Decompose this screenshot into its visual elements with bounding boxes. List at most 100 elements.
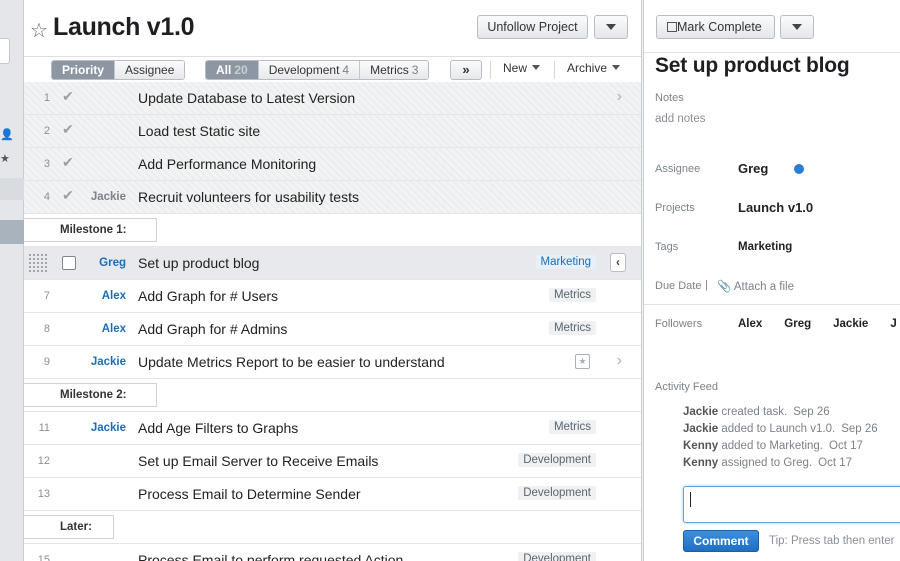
tab-development[interactable]: Development 4	[258, 61, 361, 79]
selected-nav-item[interactable]	[0, 220, 24, 244]
filter-tabs: All 20 Development 4 Metrics 3	[205, 60, 430, 80]
checkmark-icon[interactable]: ✔	[62, 121, 74, 138]
attach-file-link[interactable]: 📎 Attach a file	[717, 279, 794, 293]
more-tabs-button[interactable]: »	[450, 60, 482, 80]
task-row[interactable]: 8 Alex Add Graph for # Admins Metrics	[24, 313, 641, 346]
task-name[interactable]: Add Graph for # Users	[138, 288, 278, 304]
drag-handle-icon[interactable]	[28, 253, 48, 273]
archive-label: Archive	[567, 61, 608, 75]
followers-list: Alex Greg Jackie J	[738, 318, 900, 330]
activity-feed-label: Activity Feed	[655, 381, 718, 393]
archive-dropdown[interactable]: Archive	[567, 61, 621, 75]
tag-value[interactable]: Marketing	[738, 241, 792, 253]
star-icon[interactable]: ★	[0, 152, 10, 165]
tab-metrics[interactable]: Metrics 3	[360, 61, 429, 79]
tab-all[interactable]: All 20	[206, 61, 259, 79]
task-tag[interactable]: Metrics	[548, 288, 596, 302]
follower[interactable]: Alex	[738, 318, 762, 330]
row-number: 8	[43, 323, 50, 335]
task-menu-button[interactable]	[780, 15, 814, 39]
task-assignee[interactable]: Jackie	[74, 422, 126, 434]
projects-label: Projects	[655, 202, 695, 214]
task-row[interactable]: 11 Jackie Add Age Filters to Graphs Metr…	[24, 412, 641, 445]
task-name[interactable]: Set up Email Server to Receive Emails	[138, 453, 378, 469]
assignee-value[interactable]: Greg	[738, 161, 768, 176]
task-row[interactable]: 3 ✔ Add Performance Monitoring	[24, 148, 641, 181]
chevron-right-icon[interactable]: ›	[617, 352, 622, 370]
project-value[interactable]: Launch v1.0	[738, 200, 813, 215]
task-assignee: Jackie	[90, 191, 126, 203]
comment-input[interactable]	[683, 486, 900, 523]
unfollow-project-button[interactable]: Unfollow Project	[477, 15, 588, 39]
task-list-panel: ☆ Launch v1.0 Unfollow Project Priority …	[24, 0, 642, 561]
task-name[interactable]: Add Graph for # Admins	[138, 321, 287, 337]
task-name[interactable]: Process Email to perform requested Actio…	[138, 552, 403, 561]
task-assignee[interactable]: Jackie	[74, 356, 126, 368]
chevron-right-icon[interactable]: ›	[617, 88, 622, 106]
task-row[interactable]: 1 ✔ Update Database to Latest Version ›	[24, 82, 641, 115]
new-label: New	[503, 61, 528, 75]
task-row[interactable]: 7 Alex Add Graph for # Users Metrics	[24, 280, 641, 313]
chevron-down-icon	[606, 24, 616, 30]
task-tag[interactable]: Development	[518, 486, 596, 500]
search-box-edge[interactable]	[0, 38, 10, 64]
task-tag[interactable]: Development	[518, 453, 596, 467]
checkmark-icon[interactable]: ✔	[62, 187, 74, 204]
notes-field[interactable]: add notes	[655, 113, 706, 125]
calendar-icon[interactable]: ★	[575, 354, 590, 369]
task-row-selected[interactable]: Greg Set up product blog Marketing ‹	[24, 247, 641, 280]
task-row[interactable]: 12 Set up Email Server to Receive Emails…	[24, 445, 641, 478]
task-name[interactable]: Process Email to Determine Sender	[138, 486, 361, 502]
task-assignee[interactable]: Alex	[74, 323, 126, 335]
task-tag[interactable]: Metrics	[548, 321, 596, 335]
task-assignee[interactable]: Greg	[74, 257, 126, 269]
row-number: 13	[37, 488, 50, 500]
sort-toggle: Priority Assignee	[51, 60, 186, 80]
task-name[interactable]: Set up product blog	[138, 255, 259, 271]
task-name[interactable]: Recruit volunteers for usability tests	[138, 189, 359, 205]
collapse-detail-button[interactable]: ‹	[610, 253, 626, 272]
person-icon[interactable]: 👤	[0, 128, 14, 141]
assignee-label: Assignee	[655, 163, 701, 175]
milestone-label[interactable]: Milestone 1:	[24, 218, 157, 242]
activity-item: Jackie added to Launch v1.0. Sep 26	[683, 423, 878, 435]
project-menu-button[interactable]	[594, 15, 628, 39]
follower[interactable]: J	[890, 318, 896, 330]
row-number: 1	[43, 92, 50, 104]
milestone-label[interactable]: Later:	[24, 515, 114, 539]
sort-assignee-button[interactable]: Assignee	[115, 61, 185, 79]
task-name[interactable]: Load test Static site	[138, 123, 260, 139]
comment-button[interactable]: Comment	[683, 530, 759, 552]
toolbar-divider	[490, 61, 491, 79]
task-row[interactable]: 2 ✔ Load test Static site	[24, 115, 641, 148]
row-number: 11	[38, 422, 50, 434]
task-assignee[interactable]: Alex	[74, 290, 126, 302]
due-date-label[interactable]: Due Date	[655, 280, 701, 292]
mark-complete-button[interactable]: Mark Complete	[656, 15, 775, 39]
task-name[interactable]: Update Metrics Report to be easier to un…	[138, 354, 445, 370]
favorite-star-icon[interactable]: ☆	[30, 18, 48, 43]
follower[interactable]: Jackie	[833, 318, 868, 330]
task-row[interactable]: 15 Process Email to perform requested Ac…	[24, 544, 641, 561]
task-tag[interactable]: Marketing	[535, 255, 596, 269]
task-row[interactable]: 13 Process Email to Determine Sender Dev…	[24, 478, 641, 511]
sort-priority-button[interactable]: Priority	[52, 61, 116, 79]
activity-item: Kenny added to Marketing. Oct 17	[683, 440, 863, 452]
task-name[interactable]: Add Performance Monitoring	[138, 156, 316, 172]
task-row[interactable]: 4 ✔ Jackie Recruit volunteers for usabil…	[24, 181, 641, 214]
task-tag[interactable]: Metrics	[548, 420, 596, 434]
task-tag[interactable]: Development	[518, 552, 596, 561]
task-name[interactable]: Update Database to Latest Version	[138, 90, 355, 106]
new-dropdown[interactable]: New	[503, 61, 541, 75]
checkmark-icon[interactable]: ✔	[62, 154, 74, 171]
milestone-label[interactable]: Milestone 2:	[24, 383, 157, 407]
mark-complete-label: Mark Complete	[677, 20, 762, 34]
milestone-header: Milestone 1:	[24, 214, 641, 247]
chevron-down-icon	[532, 65, 541, 70]
task-name[interactable]: Add Age Filters to Graphs	[138, 420, 298, 436]
checkmark-icon[interactable]: ✔	[62, 88, 74, 105]
task-row[interactable]: 9 Jackie Update Metrics Report to be eas…	[24, 346, 641, 379]
milestone-header: Later:	[24, 511, 641, 544]
follower[interactable]: Greg	[784, 318, 811, 330]
task-title[interactable]: Set up product blog	[655, 54, 850, 78]
